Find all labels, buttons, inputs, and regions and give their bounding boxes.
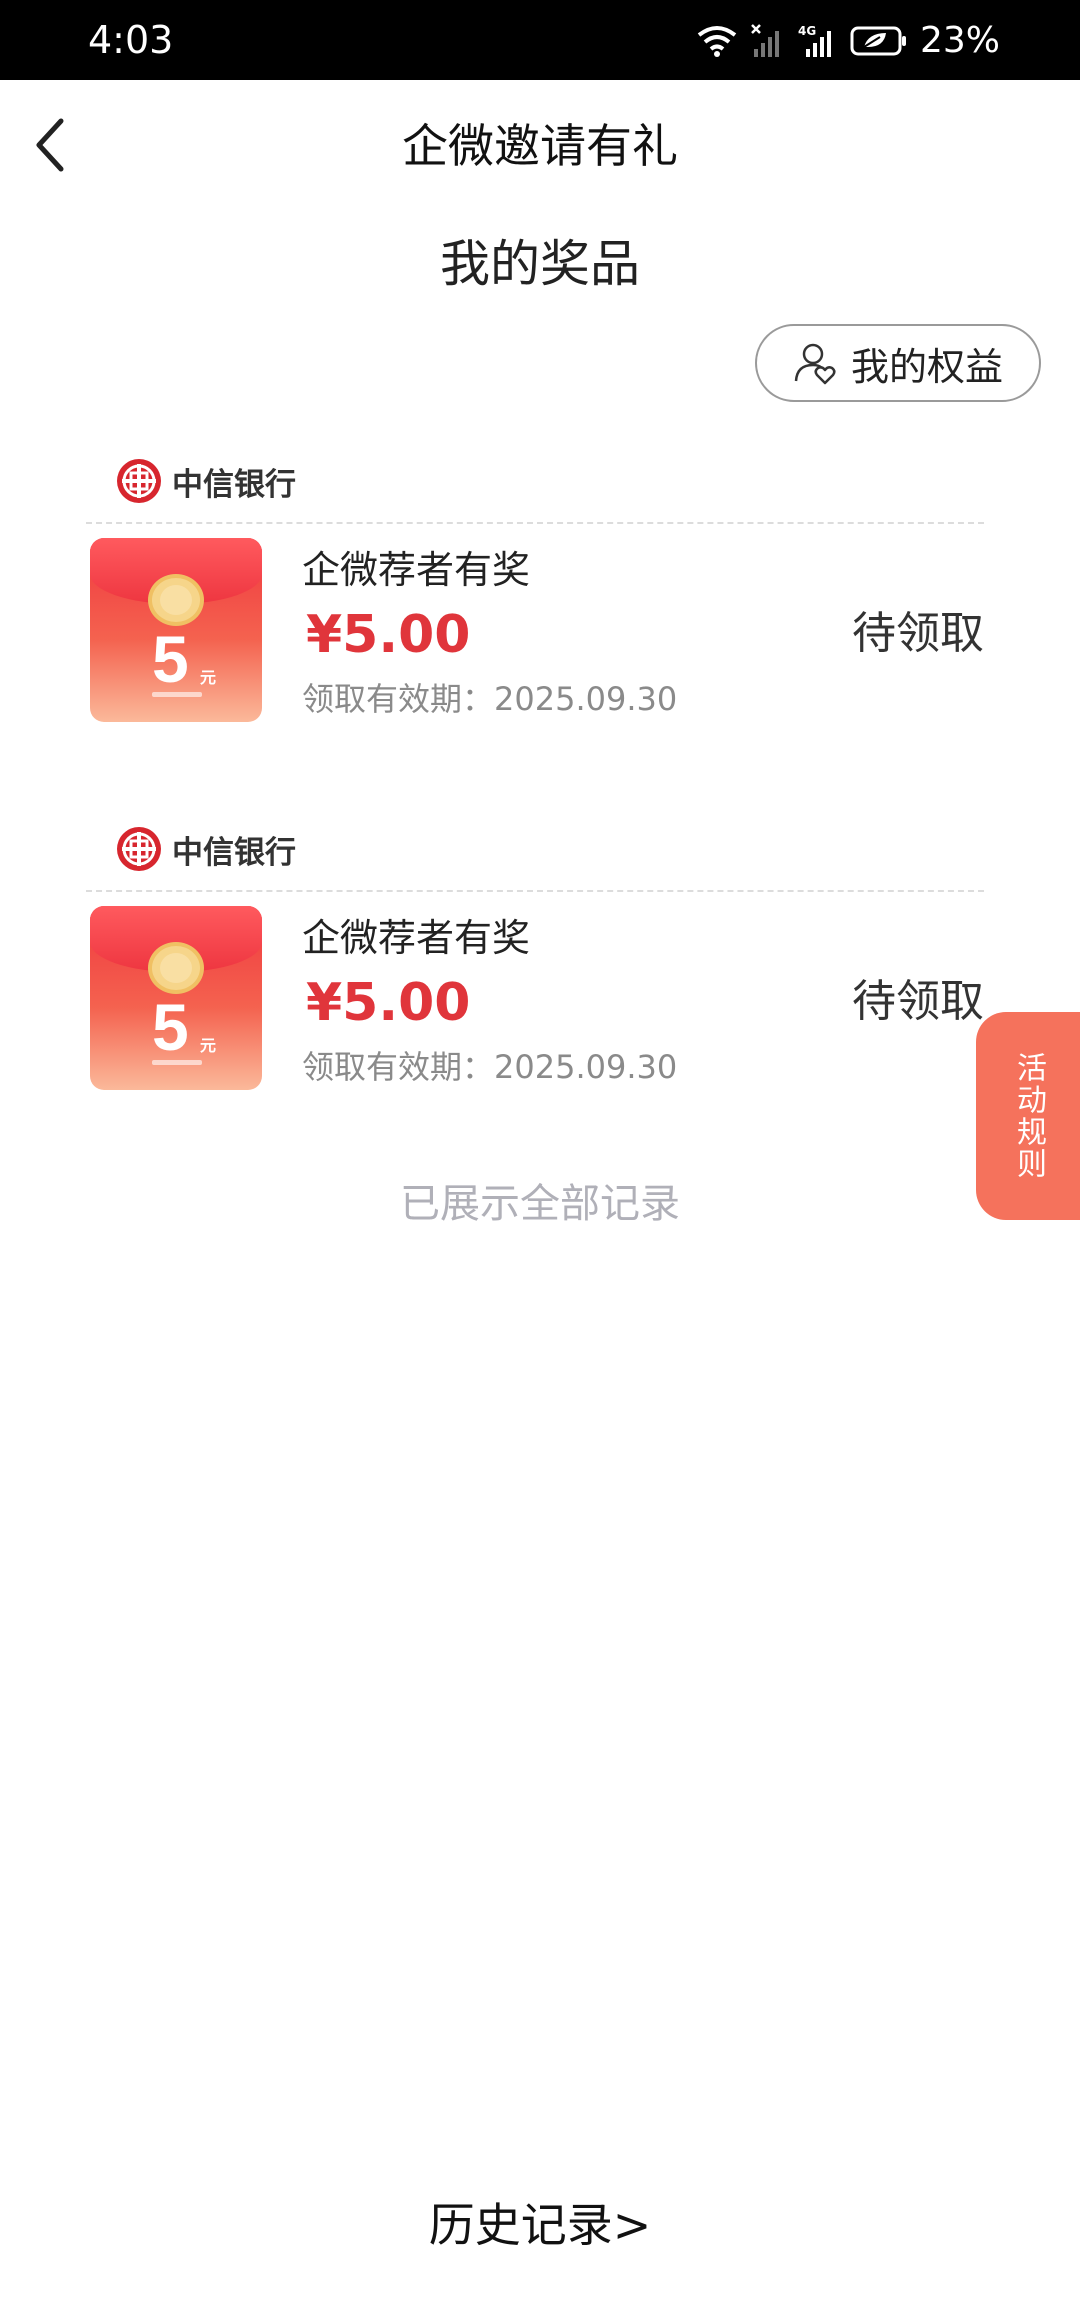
prize-card[interactable]: 中信银行 5 元 企微荐者有奖 ¥5.00 领取有效期：2025.09.30 待… <box>86 824 984 1104</box>
prize-name: 企微荐者有奖 <box>302 916 531 960</box>
claim-status-button[interactable]: 待领取 <box>852 974 984 1030</box>
status-icons: 4G 23% <box>696 18 1000 64</box>
page-title: 企微邀请有礼 <box>402 119 678 173</box>
thumb-value: 5 <box>152 990 189 1064</box>
battery-percent: 23% <box>919 20 1000 61</box>
my-benefits-label: 我的权益 <box>850 344 1003 389</box>
prize-expiry: 领取有效期：2025.09.30 <box>302 1048 678 1086</box>
prize-amount: ¥5.00 <box>306 973 471 1033</box>
signal-1-icon <box>751 24 779 57</box>
bank-name: 中信银行 <box>172 834 296 871</box>
prize-amount: ¥5.00 <box>306 605 471 665</box>
thumb-value: 5 <box>152 622 189 696</box>
status-bar: 4:03 4G 23% <box>0 0 1080 80</box>
prize-name: 企微荐者有奖 <box>302 548 531 592</box>
all-records-shown-text: 已展示全部记录 <box>400 1181 680 1227</box>
section-title: 我的奖品 <box>440 235 640 293</box>
history-link[interactable]: 历史记录> <box>0 2196 1080 2254</box>
bank-row: 中信银行 <box>116 456 296 506</box>
thumb-unit: 元 <box>200 668 217 687</box>
claim-status-button[interactable]: 待领取 <box>852 606 984 662</box>
red-envelope-image: 5 元 <box>90 906 262 1090</box>
bank-name: 中信银行 <box>172 466 296 503</box>
prize-expiry: 领取有效期：2025.09.30 <box>302 680 678 718</box>
thumb-unit: 元 <box>200 1036 217 1055</box>
activity-rules-tab[interactable]: 活动规则 <box>976 1012 1080 1220</box>
citic-bank-logo-icon <box>117 827 161 871</box>
wifi-icon <box>697 26 737 57</box>
battery-icon <box>850 26 906 56</box>
red-envelope-image: 5 元 <box>90 538 262 722</box>
nav-bar: 企微邀请有礼 <box>0 80 1080 210</box>
bank-row: 中信银行 <box>116 824 296 874</box>
divider <box>86 890 984 892</box>
svg-text:4G: 4G <box>798 24 816 38</box>
prize-card[interactable]: 中信银行 5 元 企微荐者有奖 ¥5.00 领取有效期：2025.09.30 待… <box>86 456 984 736</box>
signal-4g-icon: 4G <box>798 24 831 57</box>
my-benefits-button[interactable]: 我的权益 <box>755 324 1041 402</box>
status-time: 4:03 <box>88 18 174 62</box>
user-heart-icon <box>794 343 836 385</box>
citic-bank-logo-icon <box>117 459 161 503</box>
activity-rules-label: 活动规则 <box>1011 1052 1046 1180</box>
divider <box>86 522 984 524</box>
